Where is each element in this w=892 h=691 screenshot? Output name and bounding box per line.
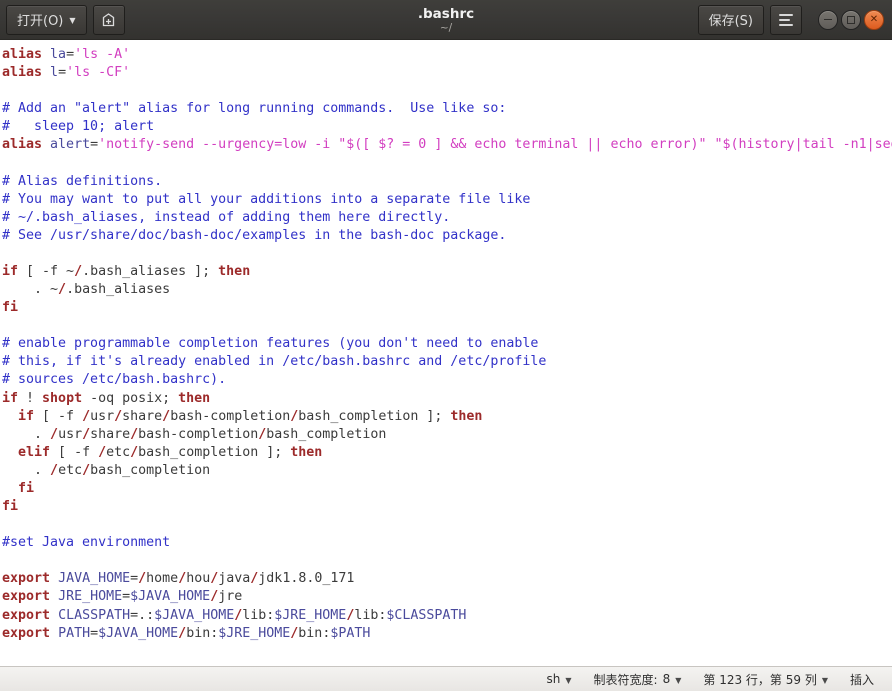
source-code-view[interactable]: alias ll='ls -alF'alias la='ls -A'alias …	[0, 40, 892, 643]
code-line: # You may want to put all your additions…	[2, 191, 531, 207]
code-line: # sleep 10; alert	[2, 119, 155, 135]
titlebar-right-group: 保存(S) ✕	[697, 4, 886, 35]
code-line: alias alert='notify-send --urgency=low -…	[2, 137, 892, 153]
chevron-down-icon: ▼	[69, 15, 76, 25]
code-line: # Alias definitions.	[2, 173, 163, 189]
titlebar-left-group: 打开(O) ▼	[6, 4, 125, 35]
new-document-icon	[102, 12, 115, 26]
code-line: # ~/.bash_aliases, instead of adding the…	[2, 209, 451, 225]
minimize-button[interactable]	[818, 9, 838, 30]
page-subtitle-path: ~/	[439, 21, 453, 34]
code-line: alias l='ls -CF'	[2, 65, 131, 81]
cursor-position-selector[interactable]: 第 123 行，第 59 列 ▼	[703, 671, 828, 688]
close-icon: ✕	[869, 13, 879, 25]
code-line: # Add an "alert" alias for long running …	[2, 101, 507, 117]
tab-width-value: 8	[662, 672, 671, 686]
code-line: fi	[18, 480, 35, 496]
code-line: # See /usr/share/doc/bash-doc/examples i…	[2, 227, 507, 243]
language-label: sh	[546, 672, 561, 686]
code-line: if [ -f ~/.bash_aliases ]; then	[2, 264, 251, 280]
code-line: fi	[2, 499, 19, 515]
code-line: # sources /etc/bash.bashrc).	[2, 372, 227, 388]
code-line: export JAVA_HOME=/home/hou/java/jdk1.8.0…	[2, 571, 355, 587]
hamburger-menu-icon	[779, 13, 793, 26]
code-line: if ! shopt -oq posix; then	[2, 390, 211, 406]
code-line: export PATH=$JAVA_HOME/bin:$JRE_HOME/bin…	[2, 625, 371, 641]
code-line: alias la='ls -A'	[2, 47, 131, 63]
insert-mode-label: 插入	[849, 672, 874, 687]
save-button[interactable]: 保存(S)	[697, 4, 764, 35]
code-line: # enable programmable completion feature…	[2, 336, 539, 352]
maximize-icon	[847, 15, 855, 24]
minimize-icon	[824, 18, 832, 21]
text-editor-area[interactable]: alias ll='ls -alF'alias la='ls -A'alias …	[0, 40, 892, 666]
open-button-label: 打开(O)	[17, 14, 64, 29]
code-line: #set Java environment	[2, 535, 171, 551]
code-line: . /usr/share/bash-completion/bash_comple…	[2, 426, 387, 442]
chevron-down-icon: ▼	[821, 675, 828, 685]
window-controls: ✕	[818, 9, 884, 30]
code-line: export CLASSPATH=.:$JAVA_HOME/lib:$JRE_H…	[2, 607, 467, 623]
title-bar: 打开(O) ▼ .bashrc ~/ 保存(S) ✕	[0, 0, 892, 40]
save-button-label: 保存(S)	[708, 14, 753, 29]
close-button[interactable]: ✕	[864, 9, 884, 30]
cursor-position-label: 第 123 行，第 59 列	[703, 672, 817, 687]
code-line: . ~/.bash_aliases	[2, 282, 171, 298]
code-line: # this, if it's already enabled in /etc/…	[2, 354, 547, 370]
chevron-down-icon: ▼	[675, 675, 682, 685]
new-document-button[interactable]	[92, 4, 125, 35]
language-selector[interactable]: sh ▼	[547, 672, 572, 686]
page-title: .bashrc	[417, 5, 475, 22]
code-line: . /etc/bash_completion	[2, 462, 211, 478]
status-bar: sh ▼ 制表符宽度: 8 ▼ 第 123 行，第 59 列 ▼ 插入	[0, 666, 892, 691]
code-line: elif [ -f /etc/bash_completion ]; then	[18, 444, 323, 460]
code-line: export JRE_HOME=$JAVA_HOME/jre	[2, 589, 243, 605]
chevron-down-icon: ▼	[565, 675, 572, 685]
open-button[interactable]: 打开(O) ▼	[6, 4, 87, 35]
code-line: fi	[2, 300, 19, 316]
tab-width-label: 制表符宽度:	[593, 672, 658, 687]
menu-button[interactable]	[770, 4, 802, 35]
insert-mode-indicator[interactable]: 插入	[850, 671, 874, 688]
tab-width-selector[interactable]: 制表符宽度: 8 ▼	[594, 671, 682, 688]
maximize-button[interactable]	[841, 9, 861, 30]
code-line: if [ -f /usr/share/bash-completion/bash_…	[18, 408, 483, 424]
